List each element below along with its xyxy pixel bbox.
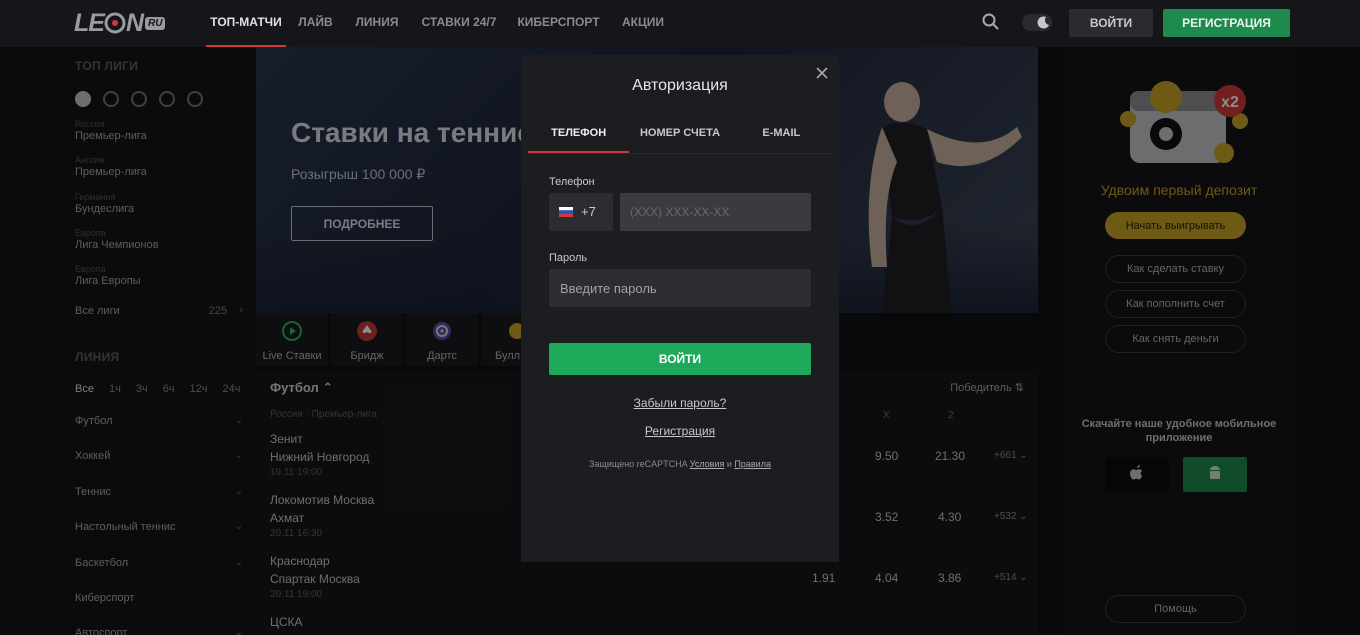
auth-tabs: ТЕЛЕФОН НОМЕР СЧЕТА E-MAIL <box>528 118 832 154</box>
nav-esports[interactable]: КИБЕРСПОРТ <box>509 0 608 47</box>
soccer-ball-icon <box>104 12 126 34</box>
nav-live[interactable]: ЛАЙВ <box>286 0 345 47</box>
close-icon[interactable] <box>814 65 830 81</box>
nav-line[interactable]: ЛИНИЯ <box>345 0 409 47</box>
nav-bets-24-7[interactable]: СТАВКИ 24/7 <box>409 0 509 47</box>
tab-email[interactable]: E-MAIL <box>731 118 832 153</box>
captcha-and: и <box>726 459 732 469</box>
search-icon[interactable] <box>981 12 1001 32</box>
login-submit-button[interactable]: ВОЙТИ <box>549 343 811 375</box>
modal-title: Авторизация <box>632 77 728 94</box>
password-label: Пароль <box>549 252 588 264</box>
main-nav: ТОП-МАТЧИ ЛАЙВ ЛИНИЯ СТАВКИ 24/7 КИБЕРСП… <box>206 0 678 47</box>
theme-toggle[interactable] <box>1022 14 1052 31</box>
moon-icon <box>1037 16 1049 29</box>
logo-badge: RU <box>145 16 166 30</box>
logo-text: LE <box>74 8 105 37</box>
forgot-password-link[interactable]: Забыли пароль? <box>521 396 839 410</box>
phone-label: Телефон <box>549 176 595 188</box>
nav-promotions[interactable]: АКЦИИ <box>608 0 678 47</box>
password-input[interactable] <box>549 269 811 307</box>
logo-text-end: N <box>125 8 144 37</box>
captcha-privacy-link[interactable]: Правила <box>734 459 771 469</box>
top-header: LE N RU ТОП-МАТЧИ ЛАЙВ ЛИНИЯ СТАВКИ 24/7… <box>0 0 1360 47</box>
leon-logo[interactable]: LE N RU <box>74 8 166 37</box>
register-link[interactable]: Регистрация <box>521 424 839 438</box>
tab-phone[interactable]: ТЕЛЕФОН <box>528 118 630 153</box>
country-code-select[interactable]: +7 <box>549 193 613 231</box>
country-code: +7 <box>581 204 596 219</box>
phone-input[interactable] <box>620 193 811 231</box>
captcha-text: Защищено reCAPTCHA <box>589 459 688 469</box>
header-login-button[interactable]: ВОЙТИ <box>1069 9 1153 37</box>
header-register-button[interactable]: РЕГИСТРАЦИЯ <box>1163 9 1290 37</box>
recaptcha-notice: Защищено reCAPTCHA Условия и Правила <box>521 459 839 469</box>
russia-flag-icon <box>559 207 573 217</box>
nav-top-matches[interactable]: ТОП-МАТЧИ <box>206 0 286 47</box>
captcha-terms-link[interactable]: Условия <box>690 459 725 469</box>
tab-account-number[interactable]: НОМЕР СЧЕТА <box>629 118 730 153</box>
auth-modal: Авторизация ТЕЛЕФОН НОМЕР СЧЕТА E-MAIL Т… <box>521 55 839 562</box>
